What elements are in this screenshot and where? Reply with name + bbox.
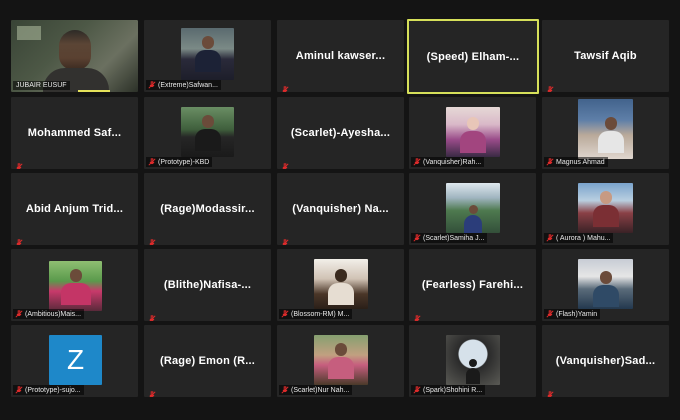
participant-tile[interactable]: Mohammed Saf... [11, 97, 138, 169]
mic-off-icon [546, 81, 554, 92]
mic-off-icon [281, 386, 289, 394]
participant-name: (Rage) Emon (R... [159, 355, 256, 367]
profile-photo [181, 28, 234, 80]
participant-tile[interactable]: (Scarlet)Nur Nah... [277, 325, 404, 397]
participant-tile[interactable]: (Ambitious)Mais... [11, 249, 138, 321]
profile-photo [578, 259, 633, 309]
participant-name: Mohammed Saf... [27, 127, 122, 139]
participant-label: Magnus Ahmad [544, 157, 608, 167]
mic-off-icon [148, 386, 156, 397]
mic-off-icon [546, 234, 554, 242]
participant-tile[interactable]: (Rage) Emon (R... [144, 325, 271, 397]
audio-level-bar [78, 90, 110, 92]
participant-tile[interactable]: (Blossom-RM) M... [277, 249, 404, 321]
participant-tile[interactable]: Tawsif Aqib [542, 20, 669, 92]
participant-name: (Blithe)Nafisa-... [163, 279, 252, 291]
mic-off-icon [148, 158, 156, 166]
participant-tile[interactable]: (Blithe)Nafisa-... [144, 249, 271, 321]
participant-tile[interactable]: (Prototype)-KBD [144, 97, 271, 169]
participant-label: (Blossom-RM) M... [279, 309, 353, 319]
participant-name: (Vanquisher)Sad... [555, 355, 656, 367]
mic-off-icon [148, 81, 156, 89]
participant-tile[interactable]: ( Aurora ) Mahu... [542, 173, 669, 245]
participant-label: (Scarlet)Nur Nah... [279, 385, 353, 395]
mic-off-icon [15, 386, 23, 394]
participant-tile[interactable]: (Spark)Shohini R... [409, 325, 536, 397]
participant-name: (Vanquisher) Na... [292, 203, 389, 215]
profile-photo [446, 183, 500, 233]
mic-off-icon [281, 310, 289, 318]
participant-label: (Prototype)-sujo... [13, 385, 84, 395]
mic-off-icon [413, 310, 421, 321]
profile-photo [49, 261, 102, 311]
profile-photo [314, 259, 368, 309]
participant-tile[interactable]: JUBAIR EUSUF [11, 20, 138, 92]
profile-photo [446, 107, 500, 157]
participant-name: (Fearless) Farehi... [421, 279, 524, 291]
profile-photo [446, 335, 500, 385]
mic-off-icon [15, 158, 23, 169]
profile-photo [181, 107, 234, 157]
participant-label: ( Aurora ) Mahu... [544, 233, 614, 243]
mic-off-icon [413, 386, 421, 394]
participant-label: (Spark)Shohini R... [411, 385, 486, 395]
mic-off-icon [15, 234, 23, 245]
participant-tile[interactable]: (Extreme)Safwan... [144, 20, 271, 92]
participant-tile[interactable]: (Flash)Yamin [542, 249, 669, 321]
participant-name: Aminul kawser... [295, 50, 386, 62]
mic-off-icon [413, 234, 421, 242]
participant-name: Tawsif Aqib [574, 50, 637, 62]
mic-off-icon [546, 386, 554, 397]
participant-tile[interactable]: (Fearless) Farehi... [409, 249, 536, 321]
participant-tile[interactable]: (Scarlet)-Ayesha... [277, 97, 404, 169]
participant-tile[interactable]: (Vanquisher) Na... [277, 173, 404, 245]
mic-off-icon [15, 310, 23, 318]
participant-label: (Ambitious)Mais... [13, 309, 85, 319]
participant-tile[interactable]: Magnus Ahmad [542, 97, 669, 169]
participant-tile[interactable]: (Vanquisher)Rah... [409, 97, 536, 169]
participant-label: (Scarlet)Samiha J... [411, 233, 488, 243]
profile-photo [578, 99, 633, 159]
mic-off-icon [546, 310, 554, 318]
participant-name: (Scarlet)-Ayesha... [290, 127, 391, 139]
participant-tile[interactable]: Aminul kawser... [277, 20, 404, 92]
participant-label: (Prototype)-KBD [146, 157, 213, 167]
participant-label: JUBAIR EUSUF [13, 81, 70, 90]
mic-off-icon [413, 158, 421, 166]
participant-name: (Speed) Elham-... [426, 50, 520, 63]
avatar: Z [49, 335, 102, 385]
participant-tile-active-speaker[interactable]: (Speed) Elham-... [407, 19, 539, 94]
participant-label: (Extreme)Safwan... [146, 80, 221, 90]
mic-off-icon [281, 234, 289, 245]
mic-off-icon [148, 310, 156, 321]
mic-off-icon [148, 234, 156, 245]
video-grid: JUBAIR EUSUF (Extreme)Safwan... Aminul k… [0, 0, 680, 420]
profile-photo [314, 335, 368, 385]
participant-label: (Vanquisher)Rah... [411, 157, 485, 167]
participant-label: (Flash)Yamin [544, 309, 601, 319]
avatar-letter: Z [66, 344, 85, 375]
participant-tile[interactable]: Abid Anjum Trid... [11, 173, 138, 245]
participant-name: (Rage)Modassir... [160, 203, 255, 215]
mic-off-icon [546, 158, 554, 166]
profile-photo [578, 183, 633, 233]
participant-tile[interactable]: (Vanquisher)Sad... [542, 325, 669, 397]
participant-name: Abid Anjum Trid... [25, 203, 124, 215]
mic-off-icon [281, 81, 289, 92]
participant-tile[interactable]: (Rage)Modassir... [144, 173, 271, 245]
mic-off-icon [281, 158, 289, 169]
participant-tile[interactable]: Z (Prototype)-sujo... [11, 325, 138, 397]
participant-tile[interactable]: (Scarlet)Samiha J... [409, 173, 536, 245]
